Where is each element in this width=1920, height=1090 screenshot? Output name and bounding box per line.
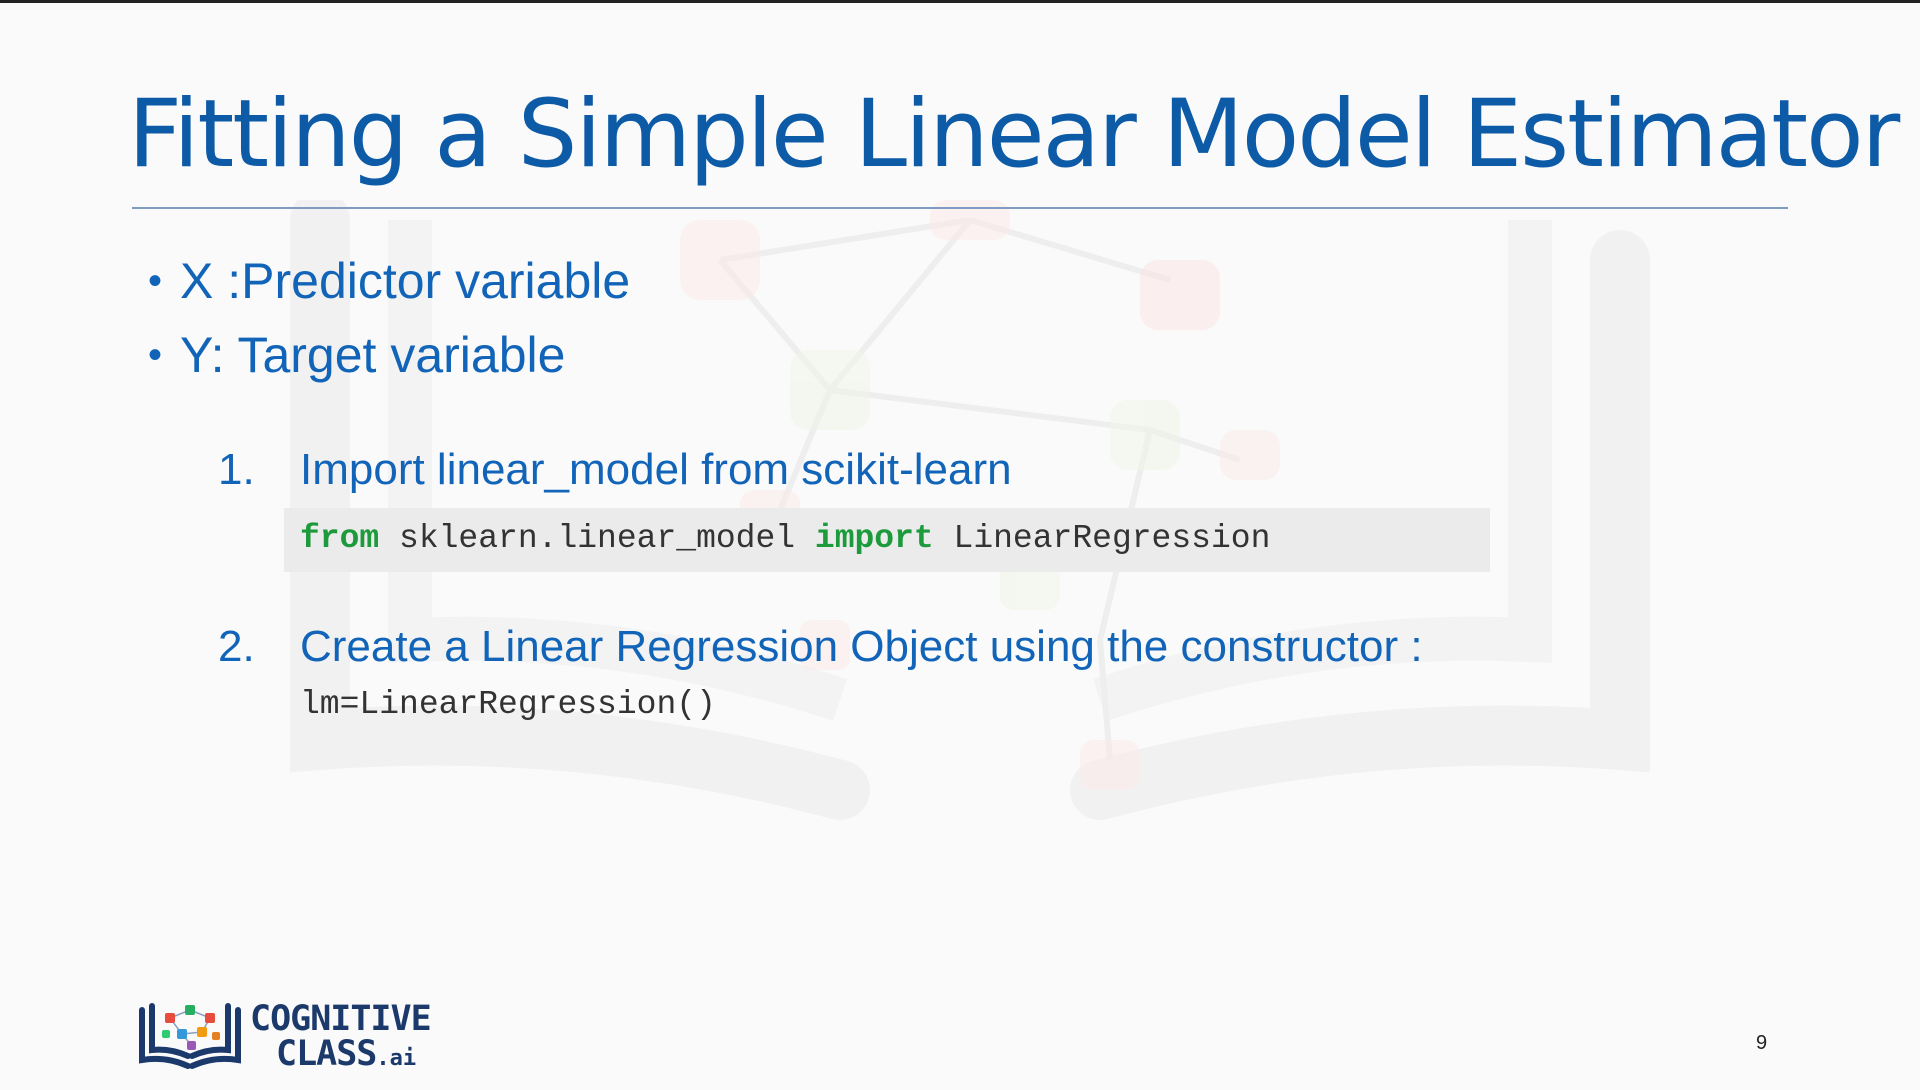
logo-line-1: COGNITIVE	[250, 999, 432, 1039]
logo-wordmark: COGNITIVE CLASS.ai	[250, 999, 432, 1072]
logo-class-text: CLASS	[276, 1034, 377, 1074]
constructor-code-line: lm=LinearRegression()	[300, 686, 716, 723]
code-class-name: LinearRegression	[933, 520, 1271, 557]
import-code-line: from sklearn.linear_model import LinearR…	[300, 519, 1270, 559]
bullet-list: • X :Predictor variable • Y: Target variab…	[148, 250, 630, 398]
bullet-item: • X :Predictor variable	[148, 250, 630, 324]
code-keyword-from: from	[300, 520, 380, 557]
bullet-text: X :Predictor variable	[180, 253, 631, 309]
bullet-dot: •	[148, 333, 163, 377]
book-brain-logo-icon	[139, 1003, 241, 1069]
slide-title: Fitting a Simple Linear Model Estimator	[128, 80, 1900, 189]
title-underline	[132, 207, 1788, 209]
step-text: Create a Linear Regression Object using …	[300, 622, 1423, 671]
step-number: 2.	[218, 622, 255, 671]
code-keyword-import: import	[814, 520, 934, 557]
bullet-text: Y: Target variable	[180, 327, 566, 383]
cognitive-class-logo: COGNITIVE CLASS.ai	[136, 1000, 456, 1074]
step-text: Import linear_model from scikit-learn	[300, 445, 1012, 494]
page-number: 9	[1756, 1032, 1768, 1054]
step-number: 1.	[218, 445, 255, 494]
top-border	[0, 0, 1920, 3]
slide: Fitting a Simple Linear Model Estimator …	[0, 0, 1920, 1090]
step-1: 1. Import linear_model from scikit-learn	[218, 448, 1012, 492]
bullet-item: • Y: Target variable	[148, 324, 630, 398]
bullet-dot: •	[148, 259, 163, 303]
logo-ai-suffix: .ai	[376, 1046, 417, 1071]
code-module: sklearn.linear_model	[379, 520, 815, 557]
step-2: 2. Create a Linear Regression Object usin…	[218, 625, 1423, 669]
logo-line-2: CLASS.ai	[250, 1037, 431, 1072]
